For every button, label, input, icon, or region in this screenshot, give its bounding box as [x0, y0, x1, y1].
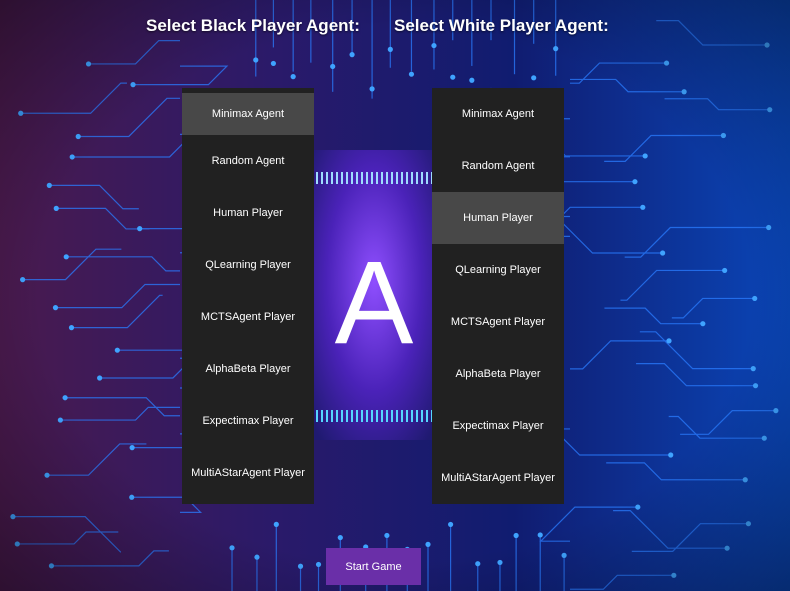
- black-option-random-agent[interactable]: Random Agent: [182, 135, 314, 187]
- white-option-human-player[interactable]: Human Player: [432, 192, 564, 244]
- white-option-multiastaragent-player[interactable]: MultiAStarAgent Player: [432, 452, 564, 504]
- black-option-expectimax-player[interactable]: Expectimax Player: [182, 395, 314, 447]
- black-option-multiastaragent-player[interactable]: MultiAStarAgent Player: [182, 447, 314, 499]
- white-option-mctsagent-player[interactable]: MCTSAgent Player: [432, 296, 564, 348]
- white-player-heading: Select White Player Agent:: [394, 16, 609, 35]
- white-option-random-agent[interactable]: Random Agent: [432, 140, 564, 192]
- black-agent-list: Minimax Agent Random Agent Human Player QLe…: [182, 88, 314, 504]
- black-option-qlearning-player[interactable]: QLearning Player: [182, 239, 314, 291]
- white-agent-list: Minimax Agent Random Agent Human Player QLe…: [432, 88, 564, 504]
- start-game-button[interactable]: Start Game: [326, 548, 421, 585]
- white-option-minimax-agent[interactable]: Minimax Agent: [432, 88, 564, 140]
- black-option-human-player[interactable]: Human Player: [182, 187, 314, 239]
- circuit-board-background: A: [0, 0, 790, 591]
- white-option-expectimax-player[interactable]: Expectimax Player: [432, 400, 564, 452]
- white-option-qlearning-player[interactable]: QLearning Player: [432, 244, 564, 296]
- black-option-minimax-agent[interactable]: Minimax Agent: [182, 93, 314, 135]
- black-option-alphabeta-player[interactable]: AlphaBeta Player: [182, 343, 314, 395]
- black-player-heading: Select Black Player Agent:: [146, 16, 360, 35]
- black-option-mctsagent-player[interactable]: MCTSAgent Player: [182, 291, 314, 343]
- white-option-alphabeta-player[interactable]: AlphaBeta Player: [432, 348, 564, 400]
